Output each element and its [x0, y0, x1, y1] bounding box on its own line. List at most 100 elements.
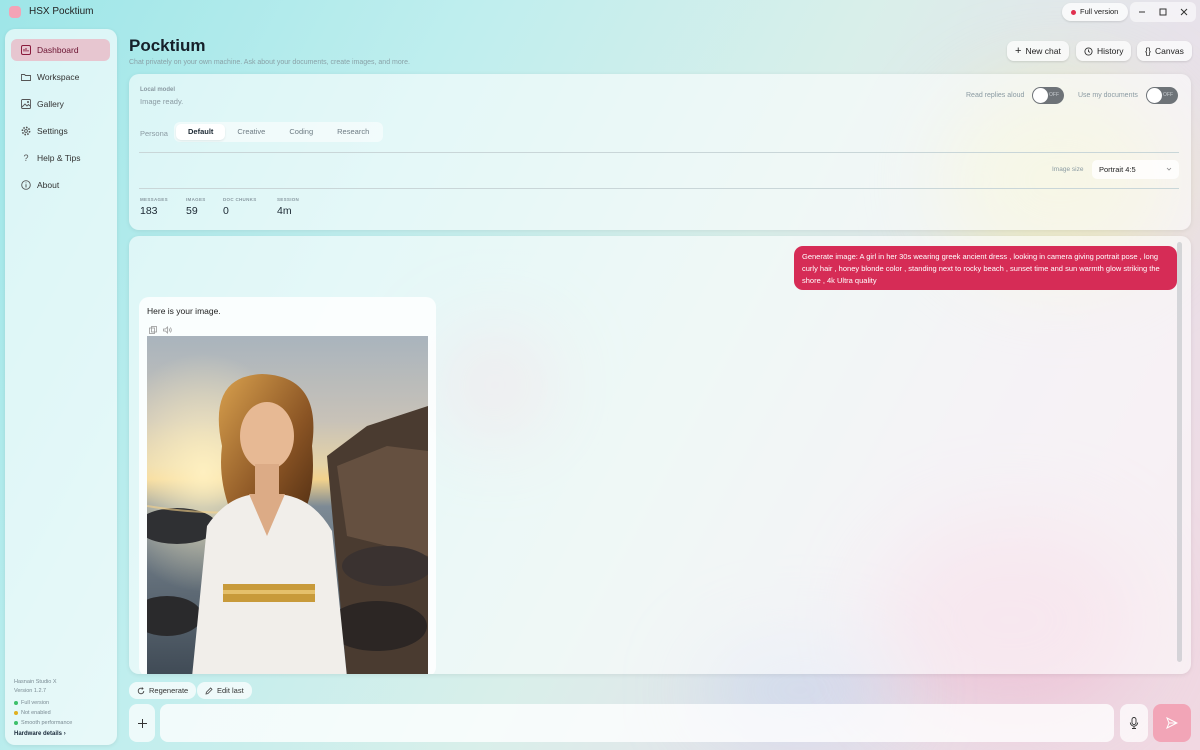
stat-label: SESSION [277, 197, 300, 202]
minimize-icon [1139, 11, 1146, 13]
pencil-icon [205, 686, 213, 695]
persona-tabs: Default Creative Coding Research [174, 122, 384, 142]
message-input[interactable] [160, 704, 1114, 742]
braces-icon: {} [1145, 46, 1152, 56]
sidebar-item-about[interactable]: About [11, 174, 110, 196]
minimize-button[interactable] [1132, 4, 1152, 20]
status-item: Smooth performance [14, 720, 72, 726]
page-subtitle: Chat privately on your own machine. Ask … [129, 59, 410, 66]
plus-icon [137, 718, 147, 728]
gear-icon [21, 126, 31, 136]
sidebar-item-gallery[interactable]: Gallery [11, 93, 110, 115]
tab-creative[interactable]: Creative [225, 124, 277, 140]
use-docs-label: Use my documents [1078, 92, 1138, 99]
assistant-message-text: Here is your image. [147, 306, 221, 316]
regenerate-button[interactable]: Regenerate [129, 682, 197, 699]
chat-scrollbar[interactable] [1177, 242, 1182, 662]
status-item-label: Full version [21, 700, 50, 706]
chevron-down-icon [1166, 167, 1172, 171]
window-controls [1130, 2, 1196, 22]
divider [139, 152, 1179, 153]
version-text: Version 1.2.7 [14, 688, 47, 694]
toggle-knob [1147, 88, 1162, 103]
sidebar-item-workspace[interactable]: Workspace [11, 66, 110, 88]
title-bar: HSX Pocktium Full version [0, 0, 1200, 24]
sidebar-item-dashboard[interactable]: Dashboard [11, 39, 110, 61]
new-chat-button[interactable]: + New chat [1007, 41, 1069, 61]
app-title: HSX Pocktium [29, 6, 94, 17]
attach-button[interactable] [129, 704, 155, 742]
image-size-select[interactable]: Portrait 4:5 [1092, 160, 1179, 179]
send-button[interactable] [1153, 704, 1191, 742]
image-size-label: Image size [1052, 166, 1084, 173]
status-item-label: Smooth performance [21, 720, 73, 726]
model-status: Image ready. [140, 97, 184, 106]
stat-label: MESSAGES [140, 197, 168, 202]
hardware-details-link[interactable]: Hardware details › [14, 731, 66, 737]
toggle-knob [1033, 88, 1048, 103]
history-label: History [1097, 46, 1124, 56]
new-chat-label: New chat [1025, 46, 1061, 56]
stat-label: IMAGES [186, 197, 206, 202]
sidebar: Dashboard Workspace Gallery Settings ? H… [5, 29, 117, 745]
tab-default[interactable]: Default [176, 124, 226, 140]
toggle-state-text: OFF [1049, 92, 1059, 98]
regenerate-label: Regenerate [149, 686, 189, 695]
status-dot-icon [1071, 10, 1076, 15]
history-icon [1084, 46, 1093, 56]
assistant-message-card: Here is your image. [139, 297, 436, 674]
stat-value: 4m [277, 205, 292, 217]
image-size-value: Portrait 4:5 [1099, 165, 1136, 174]
sidebar-item-label: Dashboard [37, 45, 79, 55]
chat-panel: Generate image: A girl in her 30s wearin… [129, 236, 1191, 674]
settings-panel: Local model Image ready. Read replies al… [129, 74, 1191, 230]
maximize-button[interactable] [1153, 4, 1173, 20]
stat-value: 59 [186, 205, 198, 217]
info-icon [21, 180, 31, 190]
tab-research[interactable]: Research [325, 124, 381, 140]
use-docs-toggle[interactable]: OFF [1146, 87, 1178, 104]
sidebar-item-help[interactable]: ? Help & Tips [11, 147, 110, 169]
divider [139, 188, 1179, 189]
edit-last-button[interactable]: Edit last [197, 682, 252, 699]
edit-last-label: Edit last [217, 686, 244, 695]
close-icon [1180, 8, 1187, 16]
read-replies-toggle[interactable]: OFF [1032, 87, 1064, 104]
plus-icon: + [1015, 45, 1022, 57]
generated-image[interactable] [147, 336, 428, 674]
copy-icon [149, 326, 157, 334]
microphone-icon [1129, 717, 1139, 729]
send-icon [1166, 717, 1178, 729]
stat-label: DOC CHUNKS [223, 197, 257, 202]
canvas-button[interactable]: {} Canvas [1137, 41, 1192, 61]
full-version-badge[interactable]: Full version [1062, 3, 1129, 21]
dashboard-icon [21, 45, 31, 55]
image-icon [21, 99, 31, 109]
toggle-state-text: OFF [1163, 92, 1173, 98]
sidebar-item-label: Settings [37, 126, 68, 136]
sidebar-item-label: About [37, 180, 60, 190]
microphone-button[interactable] [1120, 704, 1148, 742]
page-title: Pocktium [129, 36, 206, 55]
model-label: Local model [140, 87, 176, 93]
history-button[interactable]: History [1076, 41, 1132, 61]
refresh-icon [137, 686, 145, 694]
stat-value: 0 [223, 205, 229, 217]
status-dot-icon [14, 700, 18, 705]
persona-label: Persona [140, 129, 168, 138]
full-version-label: Full version [1080, 7, 1119, 16]
canvas-label: Canvas [1155, 46, 1184, 56]
question-icon: ? [23, 153, 29, 163]
generated-portrait-image [147, 336, 428, 674]
tab-coding[interactable]: Coding [277, 124, 325, 140]
sidebar-item-label: Gallery [37, 99, 64, 109]
user-message-bubble: Generate image: A girl in her 30s wearin… [794, 246, 1177, 290]
read-replies-label: Read replies aloud [966, 92, 1025, 99]
close-button[interactable] [1174, 4, 1194, 20]
app-logo-icon [9, 6, 21, 18]
status-dot-icon [14, 720, 18, 725]
folder-icon [21, 72, 31, 82]
stat-value: 183 [140, 205, 158, 217]
sidebar-item-label: Workspace [37, 72, 80, 82]
sidebar-item-settings[interactable]: Settings [11, 120, 110, 142]
